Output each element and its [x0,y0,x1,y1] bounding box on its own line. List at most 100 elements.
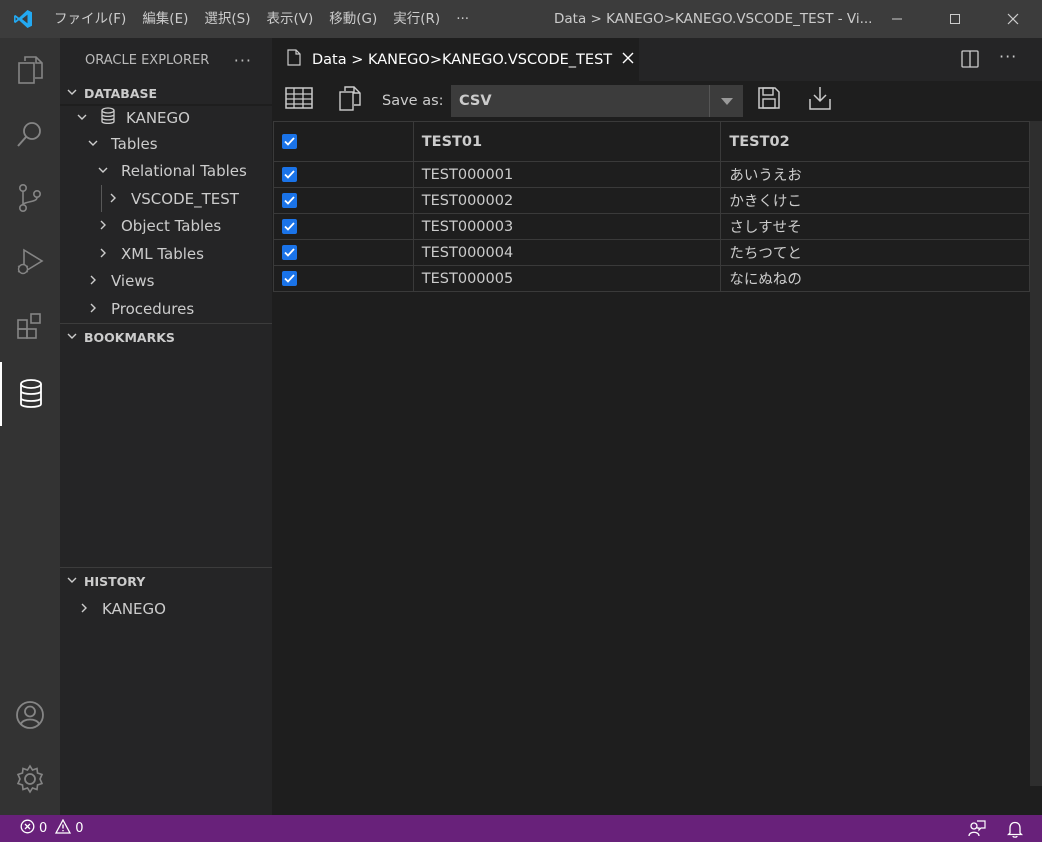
table-row[interactable]: TEST000005 なにぬねの [273,265,1030,292]
row-checkbox[interactable] [282,193,297,208]
menu-go[interactable]: 移動(G) [321,0,385,38]
minimize-button[interactable] [868,0,926,38]
tree-item-object-tables[interactable]: Object Tables [60,213,272,241]
explorer-icon[interactable] [0,38,60,102]
row-checkbox[interactable] [282,245,297,260]
menu-view[interactable]: 表示(V) [259,0,322,38]
table-row[interactable]: TEST000004 たちつてと [273,239,1030,266]
sidebar-title: ORACLE EXPLORER [85,52,210,68]
row-select-cell [273,239,414,266]
extensions-icon[interactable] [0,294,60,358]
row-checkbox[interactable] [282,219,297,234]
cell-test01[interactable]: TEST000002 [412,187,722,214]
problems-indicator[interactable]: 0 0 [0,818,84,838]
section-history[interactable]: HISTORY [60,568,272,596]
close-window-button[interactable] [984,0,1042,38]
account-icon[interactable] [0,683,60,747]
menu-selection[interactable]: 選択(S) [196,0,258,38]
tree-item-label: KANEGO [126,109,190,127]
table-row[interactable]: TEST000001 あいうえお [273,161,1030,188]
section-database[interactable]: DATABASE [60,82,272,104]
run-debug-icon[interactable] [0,230,60,294]
row-checkbox[interactable] [282,271,297,286]
tab-close-icon[interactable] [622,52,634,68]
editor-more-actions-button[interactable]: ··· [999,47,1017,66]
tree-item-label: VSCODE_TEST [131,189,239,208]
search-icon[interactable] [0,102,60,166]
save-as-label: Save as: [382,93,444,109]
notifications-bell-icon[interactable] [1006,820,1024,842]
menu-run[interactable]: 実行(R) [385,0,448,38]
column-header-test02[interactable]: TEST02 [720,121,1030,162]
cell-test01[interactable]: TEST000005 [412,265,722,292]
cell-test02[interactable]: たちつてと [720,239,1030,266]
activity-bar [0,38,60,815]
history-item-kanego[interactable]: KANEGO [60,596,272,624]
cell-test01[interactable]: TEST000001 [412,161,722,188]
menu-edit[interactable]: 編集(E) [134,0,196,38]
tree-item-views[interactable]: Views [60,268,272,296]
database-icon[interactable] [0,362,60,426]
cell-test02[interactable]: かきくけこ [720,187,1030,214]
save-format-value: CSV [459,93,492,109]
grid-header-row: TEST01 TEST02 [273,121,1030,162]
tree-item-label: Relational Tables [121,162,247,181]
table-row[interactable]: TEST000003 さしすせそ [273,213,1030,240]
tree-item-label: XML Tables [121,244,204,263]
chevron-right-icon [97,217,121,235]
column-header-test01[interactable]: TEST01 [412,121,722,162]
select-all-checkbox[interactable] [282,134,297,149]
feedback-icon[interactable] [968,820,986,842]
split-editor-icon[interactable] [961,50,979,72]
tree-item-relational-tables[interactable]: Relational Tables [60,158,272,186]
tab-data-vscode-test[interactable]: Data > KANEGO>KANEGO.VSCODE_TEST [273,38,639,81]
status-bar: 0 0 [0,815,1042,842]
settings-gear-icon[interactable] [0,747,60,811]
tree-item-label: Tables [111,134,158,153]
tree-item-vscode-test[interactable]: VSCODE_TEST [60,185,272,213]
copy-icon[interactable] [338,86,362,116]
cell-test02[interactable]: さしすせそ [720,213,1030,240]
cell-test01[interactable]: TEST000004 [412,239,722,266]
cell-test02[interactable]: なにぬねの [720,265,1030,292]
data-toolbar: Save as: CSV [273,81,1042,121]
tree-item-label: Object Tables [121,217,222,236]
source-control-icon[interactable] [0,166,60,230]
cell-test02[interactable]: あいうえお [720,161,1030,188]
tree-item-kanego[interactable]: KANEGO [60,104,272,130]
download-icon[interactable] [808,85,832,115]
error-count: 0 [39,821,48,836]
row-select-cell [273,161,414,188]
section-history-label: HISTORY [84,574,146,589]
sidebar: ORACLE EXPLORER ··· DATABASE KANEGO Tabl… [60,38,273,815]
dropdown-arrow-icon [709,85,743,117]
tree-item-label: Procedures [111,299,195,318]
section-bookmarks-label: BOOKMARKS [84,330,175,345]
tree-item-tables[interactable]: Tables [60,130,272,158]
chevron-down-icon [87,135,111,153]
tab-label: Data > KANEGO>KANEGO.VSCODE_TEST [312,51,613,68]
save-format-select[interactable]: CSV [451,85,743,117]
sidebar-more-button[interactable]: ··· [234,51,252,70]
vertical-scrollbar[interactable] [1030,121,1042,786]
row-select-cell [273,187,414,214]
tree-item-xml-tables[interactable]: XML Tables [60,240,272,268]
cell-test01[interactable]: TEST000003 [412,213,722,240]
save-icon[interactable] [757,86,781,114]
table-view-icon[interactable] [285,87,313,113]
sidebar-header: ORACLE EXPLORER ··· [60,38,272,82]
menu-file[interactable]: ファイル(F) [46,0,134,38]
row-select-cell [273,213,414,240]
section-database-label: DATABASE [84,85,158,101]
maximize-button[interactable] [926,0,984,38]
tree-item-label: Views [111,272,155,291]
chevron-down-icon [66,330,84,345]
error-icon [20,819,35,838]
menu-bar: ファイル(F) 編集(E) 選択(S) 表示(V) 移動(G) 実行(R) ··… [46,0,477,38]
chevron-down-icon [76,109,100,127]
row-checkbox[interactable] [282,167,297,182]
section-bookmarks[interactable]: BOOKMARKS [60,324,272,352]
tree-item-procedures[interactable]: Procedures [60,295,272,323]
menu-more[interactable]: ··· [448,0,477,38]
table-row[interactable]: TEST000002 かきくけこ [273,187,1030,214]
